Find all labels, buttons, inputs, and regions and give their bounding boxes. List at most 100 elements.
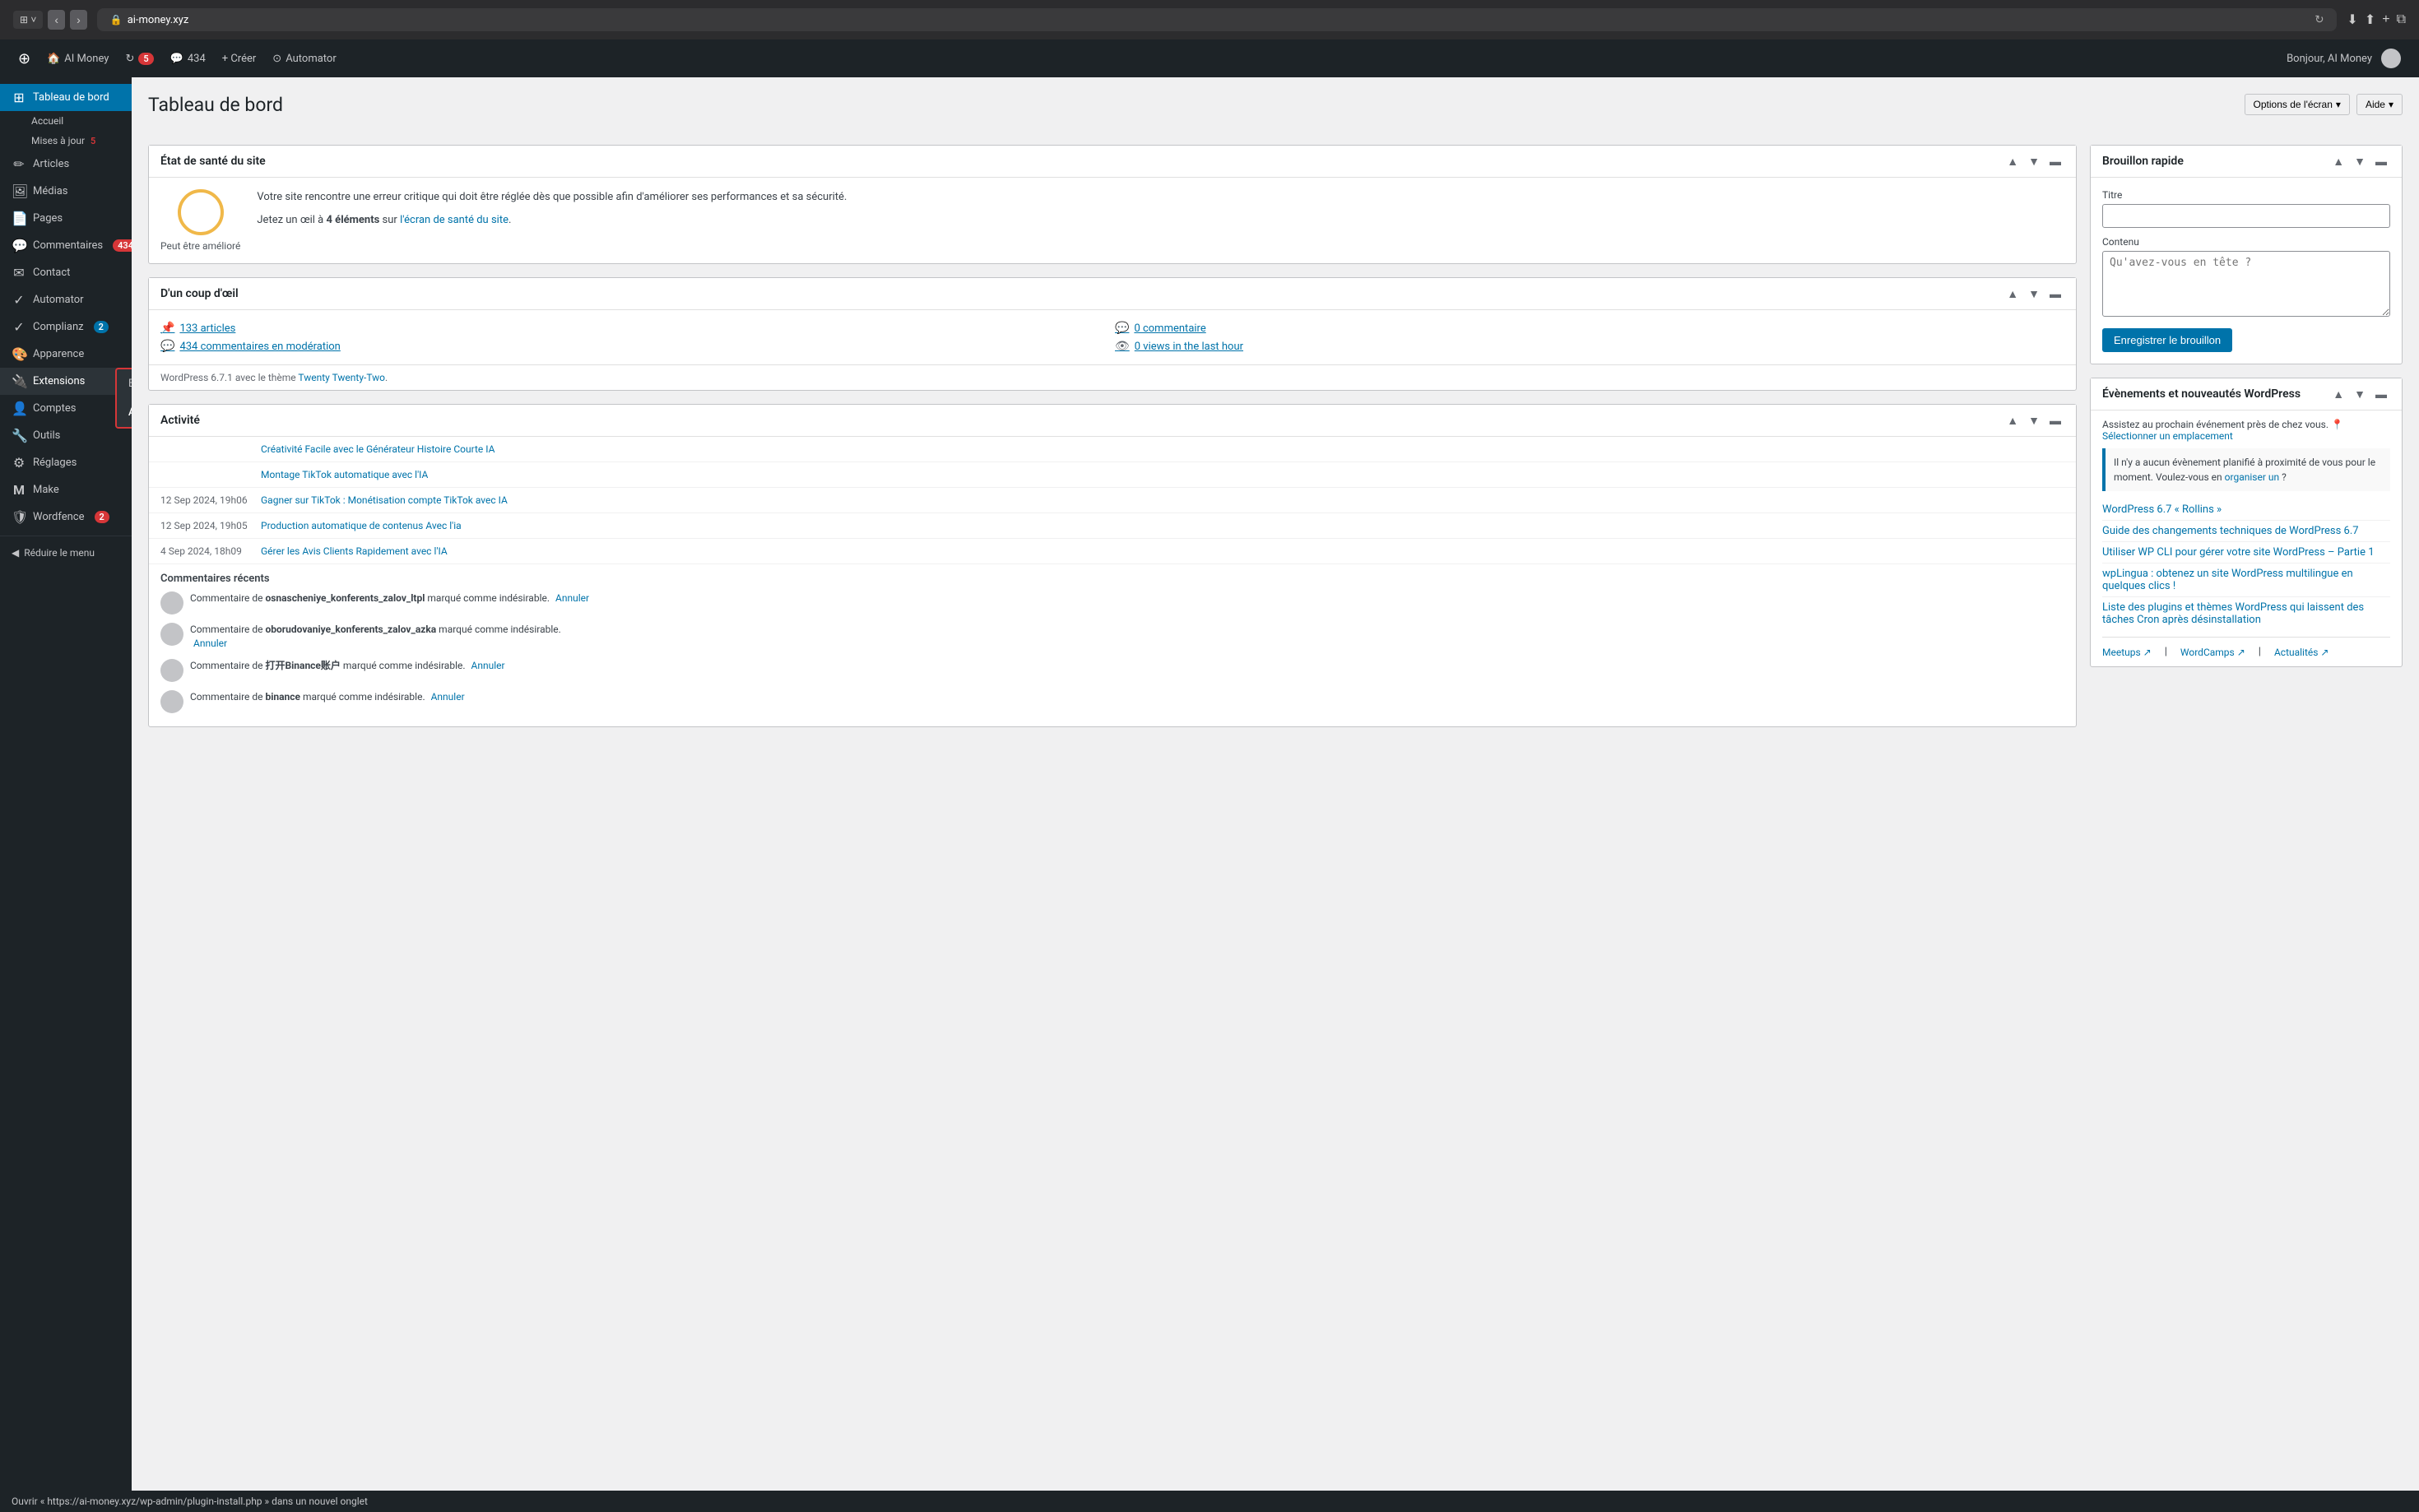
new-tab-button[interactable]: + <box>2382 12 2389 27</box>
activity-date-4: 4 Sep 2024, 18h09 <box>160 545 251 557</box>
wordfence-icon: 🛡 <box>12 509 26 525</box>
greeting-item[interactable]: Bonjour, AI Money <box>2278 39 2409 77</box>
reload-button[interactable]: ↻ <box>2315 13 2324 26</box>
news-organise-link[interactable]: organiser un <box>2225 471 2279 483</box>
sidebar-item-pages[interactable]: 📄 Pages <box>0 205 132 232</box>
news-footer-wordcamps[interactable]: WordCamps ↗ <box>2180 646 2245 658</box>
news-link-0[interactable]: WordPress 6.7 « Rollins » <box>2102 503 2222 516</box>
share-button[interactable]: ⬆ <box>2365 12 2375 28</box>
activity-link-2[interactable]: Gagner sur TikTok : Monétisation compte … <box>261 494 508 506</box>
draft-title-input[interactable] <box>2102 204 2390 228</box>
activity-link-3[interactable]: Production automatique de contenus Avec … <box>261 520 462 531</box>
glance-item-articles[interactable]: 📌 133 articles <box>160 322 1110 335</box>
glance-commentaires-text: 0 commentaire <box>1134 322 1205 335</box>
quick-draft-collapse-down[interactable]: ▼ <box>2351 154 2369 169</box>
glance-collapse-down[interactable]: ▼ <box>2025 286 2043 301</box>
sidebar-item-apparence[interactable]: 🎨 Apparence <box>0 341 132 368</box>
automator-item[interactable]: ⊙ Automator <box>264 39 344 77</box>
sidebar-item-tableau-de-bord[interactable]: ⊞ Tableau de bord <box>0 84 132 111</box>
site-health-title: État de santé du site <box>160 155 2003 168</box>
quick-draft-close[interactable]: ▬ <box>2372 154 2390 169</box>
comment-annuler-2[interactable]: Annuler <box>471 660 505 671</box>
sidebar-toggle-button[interactable]: ⊞ ˅ <box>13 11 43 29</box>
sidebar-item-outils[interactable]: 🔧 Outils <box>0 422 132 449</box>
sidebar-sub-accueil[interactable]: Accueil <box>0 111 132 131</box>
comptes-label: Comptes <box>33 402 76 415</box>
sidebar-sub-mises-a-jour[interactable]: Mises à jour 5 <box>0 131 132 151</box>
news-footer-meetups[interactable]: Meetups ↗ <box>2102 646 2152 658</box>
screen-options-button[interactable]: Options de l'écran ▾ <box>2245 94 2350 115</box>
sidebar-item-reglages[interactable]: ⚙ Réglages <box>0 449 132 476</box>
comment-annuler-1[interactable]: Annuler <box>193 638 227 649</box>
activity-collapse-up[interactable]: ▲ <box>2003 413 2022 428</box>
sidebar-item-contact[interactable]: ✉ Contact <box>0 259 132 286</box>
glance-item-views[interactable]: 👁 0 views in the last hour <box>1115 340 2064 353</box>
sidebar-item-automator[interactable]: ✓ Automator <box>0 286 132 313</box>
news-footer-actualites[interactable]: Actualités ↗ <box>2274 646 2329 658</box>
site-health-collapse-up[interactable]: ▲ <box>2003 154 2022 169</box>
sidebar-item-articles[interactable]: ✏ Articles <box>0 151 132 178</box>
draft-content-textarea[interactable] <box>2102 251 2390 317</box>
activity-link-4[interactable]: Gérer les Avis Clients Rapidement avec l… <box>261 545 448 557</box>
news-close[interactable]: ▬ <box>2372 387 2390 401</box>
reduce-menu-item[interactable]: ◀ Réduire le menu <box>0 541 132 564</box>
news-collapse-up[interactable]: ▲ <box>2329 387 2347 401</box>
activity-link-1[interactable]: Montage TikTok automatique avec l'IA <box>261 469 428 480</box>
news-link-1[interactable]: Guide des changements techniques de Word… <box>2102 525 2359 537</box>
accueil-label: Accueil <box>31 115 63 127</box>
quick-draft-title: Brouillon rapide <box>2102 155 2329 168</box>
create-item[interactable]: + Créer <box>214 39 265 77</box>
news-footer-separator-1: | <box>2165 646 2167 658</box>
site-health-collapse-down[interactable]: ▼ <box>2025 154 2043 169</box>
activity-collapse-down[interactable]: ▼ <box>2025 413 2043 428</box>
glance-close[interactable]: ▬ <box>2046 286 2064 301</box>
news-collapse-down[interactable]: ▼ <box>2351 387 2369 401</box>
status-bar: Ouvrir « https://ai-money.xyz/wp-admin/p… <box>0 1491 2419 1512</box>
sidebar-item-wordfence[interactable]: 🛡 Wordfence 2 <box>0 503 132 531</box>
theme-link[interactable]: Twenty Twenty-Two <box>298 372 385 383</box>
outils-label: Outils <box>33 429 60 442</box>
comment-row-1: Commentaire de oborudovaniye_konferents_… <box>160 623 2064 651</box>
glance-item-commentaires[interactable]: 💬 0 commentaire <box>1115 322 2064 335</box>
extensions-submenu: Extensions installées Ajouter une extens… <box>115 368 132 429</box>
activity-close[interactable]: ▬ <box>2046 413 2064 428</box>
draft-save-button[interactable]: Enregistrer le brouillon <box>2102 328 2232 352</box>
activity-link-0[interactable]: Créativité Facile avec le Générateur His… <box>261 443 494 455</box>
sidebar-item-complianz[interactable]: ✓ Complianz 2 <box>0 313 132 341</box>
url-bar[interactable]: 🔒 ai-money.xyz ↻ <box>97 8 2338 31</box>
wp-logo-item[interactable]: ⊕ <box>10 39 39 77</box>
glance-controls: ▲ ▼ ▬ <box>2003 286 2064 301</box>
sidebar-item-commentaires[interactable]: 💬 Commentaires 434 <box>0 232 132 259</box>
site-health-body: Peut être amélioré Votre site rencontre … <box>149 178 2076 263</box>
comment-annuler-3[interactable]: Annuler <box>431 691 465 703</box>
quick-draft-collapse-up[interactable]: ▲ <box>2329 154 2347 169</box>
ajouter-extension-item[interactable]: Ajouter une extension <box>117 398 132 427</box>
news-link-3[interactable]: wpLingua : obtenez un site WordPress mul… <box>2102 568 2353 592</box>
sidebar-item-make[interactable]: M Make <box>0 476 132 503</box>
browser-actions: ⬇ ⬆ + ⧉ <box>2347 12 2406 28</box>
sidebar-item-comptes[interactable]: 👤 Comptes <box>0 395 132 422</box>
news-link-4[interactable]: Liste des plugins et thèmes WordPress qu… <box>2102 601 2364 626</box>
activity-date-3: 12 Sep 2024, 19h05 <box>160 520 251 531</box>
forward-button[interactable]: › <box>70 10 87 30</box>
news-location-link[interactable]: Sélectionner un emplacement <box>2102 430 2233 442</box>
news-item-2: Utiliser WP CLI pour gérer votre site Wo… <box>2102 542 2390 564</box>
comment-annuler-0[interactable]: Annuler <box>555 592 589 604</box>
glance-collapse-up[interactable]: ▲ <box>2003 286 2022 301</box>
extensions-installees-item[interactable]: Extensions installées <box>117 369 132 398</box>
commentaires-badge: 434 <box>113 239 132 252</box>
glance-item-moderation[interactable]: 💬 434 commentaires en modération <box>160 340 1110 353</box>
site-health-close[interactable]: ▬ <box>2046 154 2064 169</box>
download-button[interactable]: ⬇ <box>2347 12 2357 28</box>
back-button[interactable]: ‹ <box>48 10 65 30</box>
sidebar-item-medias[interactable]: 🖼 Médias <box>0 178 132 205</box>
updates-item[interactable]: ↻ 5 <box>117 39 161 77</box>
news-link-2[interactable]: Utiliser WP CLI pour gérer votre site Wo… <box>2102 546 2375 559</box>
health-link[interactable]: l'écran de santé du site <box>400 214 508 226</box>
site-name-item[interactable]: 🏠 AI Money <box>39 39 117 77</box>
help-button[interactable]: Aide ▾ <box>2356 94 2403 115</box>
window-button[interactable]: ⧉ <box>2397 12 2406 27</box>
comments-item[interactable]: 💬 434 <box>162 39 214 77</box>
sidebar-item-extensions[interactable]: 🔌 Extensions <box>0 368 132 395</box>
create-label: + Créer <box>222 53 257 65</box>
